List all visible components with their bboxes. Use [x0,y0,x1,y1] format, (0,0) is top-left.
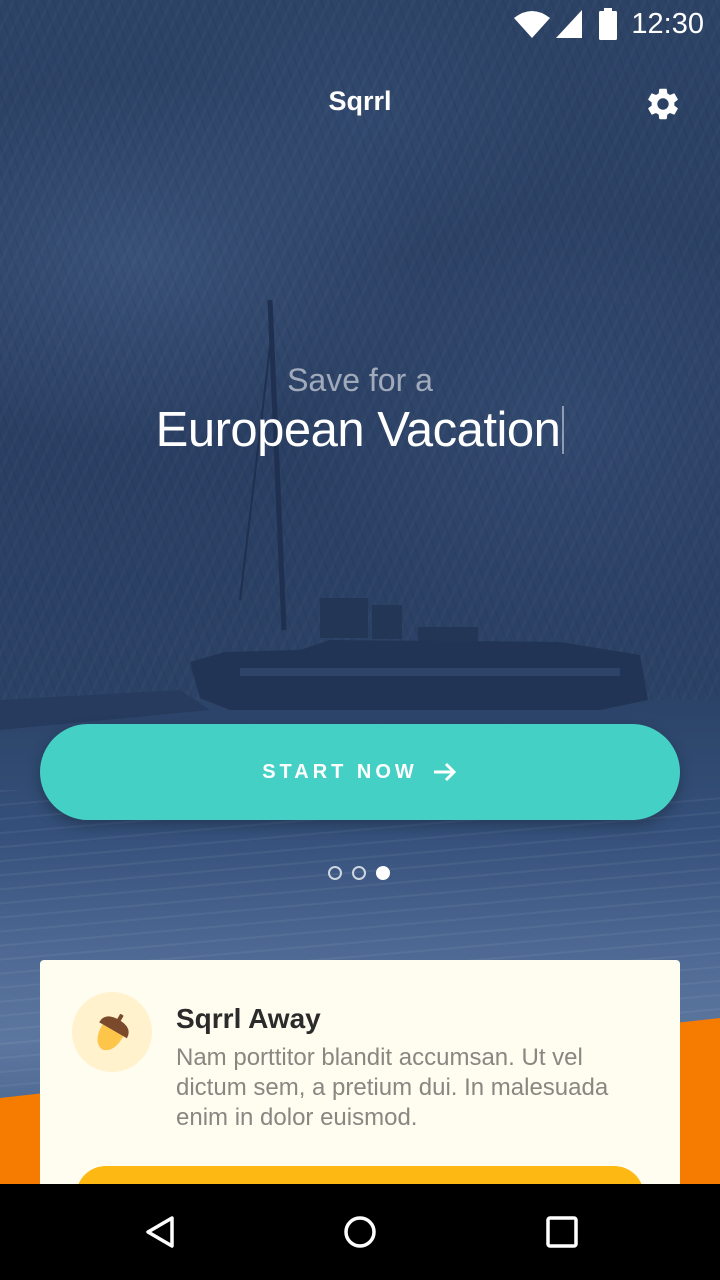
acorn-badge [72,992,152,1072]
card-body: Nam porttitor blandit accumsan. Ut vel d… [176,1044,609,1131]
battery-icon [599,8,617,40]
arrow-right-icon [433,762,456,782]
acorn-icon [97,1014,129,1051]
page-dot-1[interactable] [328,866,342,880]
page-indicator [328,866,390,880]
card-action-button[interactable] [76,1166,644,1184]
gear-icon[interactable] [644,85,682,123]
page-dot-3-active[interactable] [376,866,390,880]
status-bar: 12:30 [0,0,720,48]
page-dot-2[interactable] [352,866,366,880]
hero-title: European Vacation [155,403,561,457]
back-icon[interactable] [142,1214,178,1250]
system-nav-bar [0,1184,720,1280]
shipwreck-silhouette [0,299,648,730]
goal-input[interactable]: European Vacation [0,402,720,458]
recents-icon[interactable] [544,1214,580,1250]
background-photo: 12:30 Sqrrl Save for a European Vacation… [0,0,720,1184]
start-now-label: START NOW [262,760,418,783]
app-title: Sqrrl [328,86,392,116]
home-icon[interactable] [342,1214,378,1250]
cell-signal-icon [556,10,582,38]
card-title: Sqrrl Away [176,1003,321,1034]
start-now-button[interactable]: START NOW [40,724,680,820]
feature-card: Sqrrl Away Nam porttitor blandit accumsa… [40,960,680,1184]
text-cursor [562,406,565,454]
wifi-icon [514,11,550,38]
status-time: 12:30 [631,8,704,40]
hero-subtitle: Save for a [287,362,433,398]
